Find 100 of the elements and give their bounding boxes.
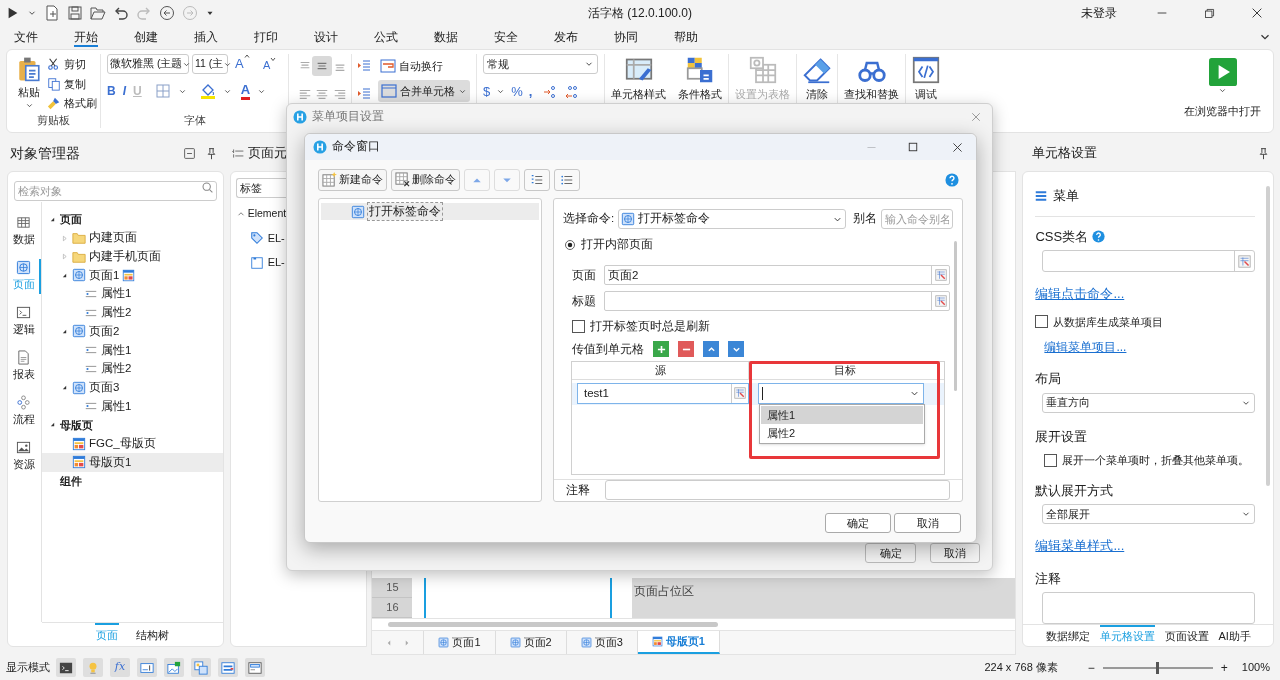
page-field[interactable]: 页面2 (604, 265, 950, 286)
copy-button[interactable]: 复制 (47, 75, 97, 92)
element-item[interactable]: EL- (267, 254, 285, 271)
picker-icon[interactable] (934, 295, 947, 308)
dropdown-option[interactable]: 属性2 (761, 423, 923, 442)
bottom-tab[interactable]: AI助手 (1218, 625, 1251, 646)
tree-item[interactable]: 属性1 (42, 284, 223, 304)
tree-item[interactable]: 页面 (42, 210, 223, 229)
tree-item[interactable]: 组件 (42, 471, 223, 491)
section-header[interactable]: Element (247, 206, 287, 222)
bottom-tab[interactable]: 结构树 (134, 623, 170, 646)
undo-icon[interactable] (113, 5, 129, 21)
tree-item[interactable]: 页面1 (42, 266, 223, 285)
note-field[interactable] (605, 480, 950, 501)
tree-item[interactable]: 内建手机页面 (42, 247, 223, 267)
vertical-scrollbar[interactable] (954, 241, 957, 391)
checkbox[interactable] (572, 320, 585, 334)
align-button[interactable] (312, 56, 333, 76)
indent-button[interactable] (524, 168, 550, 191)
menu-tab[interactable]: 打印 (246, 28, 306, 46)
formula-button[interactable]: fx (110, 658, 130, 677)
close-icon[interactable] (951, 140, 964, 154)
sheet-tab[interactable]: 页面2 (495, 631, 567, 654)
indent-icon[interactable] (356, 86, 372, 102)
tool-button[interactable] (245, 658, 265, 677)
search-field[interactable]: 检索对象 (14, 181, 217, 201)
sidebar-tab[interactable]: 报表 (8, 349, 41, 384)
font-family-select[interactable]: 微软雅黑 (主题 (107, 54, 189, 74)
picker-icon[interactable] (934, 269, 947, 282)
command-select[interactable]: 打开标签命令 (618, 209, 846, 229)
tree-item[interactable]: 属性2 (42, 303, 223, 323)
move-down-button[interactable] (728, 341, 744, 358)
link[interactable]: 编辑菜单样式... (1035, 538, 1125, 553)
zoom-in-button[interactable]: + (1220, 658, 1228, 677)
menu-tab[interactable]: 公式 (366, 28, 426, 46)
sidebar-tab[interactable]: 数据 (8, 214, 41, 249)
menu-tab[interactable]: 安全 (486, 28, 546, 46)
menu-tab[interactable]: 创建 (126, 28, 186, 46)
new-command-button[interactable]: 新建命令 (318, 168, 387, 191)
tool-button[interactable] (164, 658, 184, 677)
play-icon[interactable] (6, 6, 20, 20)
remove-button[interactable] (678, 341, 694, 358)
tree-item[interactable]: 属性1 (42, 396, 223, 416)
number-format-select[interactable]: 常规 (483, 54, 598, 74)
new-file-icon[interactable] (44, 5, 60, 21)
zoom-out-button[interactable]: − (1087, 658, 1095, 677)
picker-icon[interactable] (1238, 254, 1251, 268)
tree-item[interactable]: 属性2 (42, 359, 223, 379)
picker-icon[interactable] (734, 387, 746, 400)
menu-tab[interactable]: 开始 (66, 28, 126, 46)
tree-item[interactable]: 属性1 (42, 340, 223, 360)
sheet-tab[interactable]: 母版页1 (637, 631, 720, 654)
tree-item[interactable]: 页面3 (42, 378, 223, 397)
cut-button[interactable]: 剪切 (47, 56, 97, 73)
menu-tab[interactable]: 设计 (306, 28, 366, 46)
expand-mode-select[interactable]: 全部展开 (1042, 504, 1255, 524)
font-size-select[interactable]: 11 (主 (192, 54, 228, 74)
element-item[interactable]: EL- (267, 229, 285, 247)
wrap-text-button[interactable]: 自动换行 (378, 56, 470, 76)
maximize-icon[interactable] (907, 141, 919, 153)
link[interactable]: 编辑菜单项目... (1044, 340, 1127, 354)
fill-color-icon[interactable] (199, 83, 216, 99)
cancel-button[interactable]: 取消 (930, 543, 980, 563)
tree-item[interactable]: FGC_母版页 (42, 434, 223, 453)
menu-tab[interactable]: 发布 (546, 28, 606, 46)
alias-field[interactable]: 输入命令别名 (881, 209, 953, 229)
menu-tab[interactable]: 插入 (186, 28, 246, 46)
horizontal-scrollbar[interactable] (388, 622, 719, 627)
tree-item[interactable]: 母版页 (42, 415, 223, 435)
checkbox[interactable] (1044, 453, 1058, 467)
source-field[interactable]: test1 (577, 382, 749, 404)
menu-tab[interactable]: 数据 (426, 28, 486, 46)
help-icon[interactable] (945, 172, 959, 187)
cancel-button[interactable]: 取消 (894, 513, 961, 533)
shrink-font-button[interactable]: A (263, 57, 277, 74)
dropdown-option[interactable]: 属性1 (761, 405, 923, 424)
target-select[interactable] (758, 382, 924, 404)
tool-button[interactable] (218, 658, 238, 677)
pin-icon[interactable] (204, 146, 218, 160)
grow-font-button[interactable]: A (235, 54, 250, 74)
percent-button[interactable]: % (511, 82, 523, 102)
command-item[interactable]: 打开标签命令 (321, 203, 539, 220)
vertical-scrollbar[interactable] (1266, 186, 1270, 486)
comma-button[interactable]: , (528, 82, 533, 102)
sidebar-tab[interactable]: 逻辑 (8, 304, 41, 339)
delete-command-button[interactable]: 删除命令 (391, 168, 460, 191)
borders-icon[interactable] (154, 83, 171, 99)
tree-item[interactable]: 内建页面 (42, 228, 223, 248)
sidebar-tab[interactable]: 流程 (8, 394, 41, 429)
tool-button[interactable] (56, 658, 76, 677)
back-icon[interactable] (159, 5, 175, 21)
css-class-field[interactable] (1042, 250, 1255, 272)
caption-field[interactable] (604, 291, 950, 312)
checkbox[interactable] (1035, 315, 1049, 329)
menu-tab[interactable]: 文件 (6, 28, 66, 46)
sheet-tab[interactable]: 页面3 (566, 631, 638, 654)
pin-icon[interactable] (1257, 146, 1270, 160)
collapse-icon[interactable] (182, 146, 196, 160)
link[interactable]: 编辑点击命令... (1035, 286, 1125, 301)
bold-button[interactable]: B (107, 82, 116, 100)
